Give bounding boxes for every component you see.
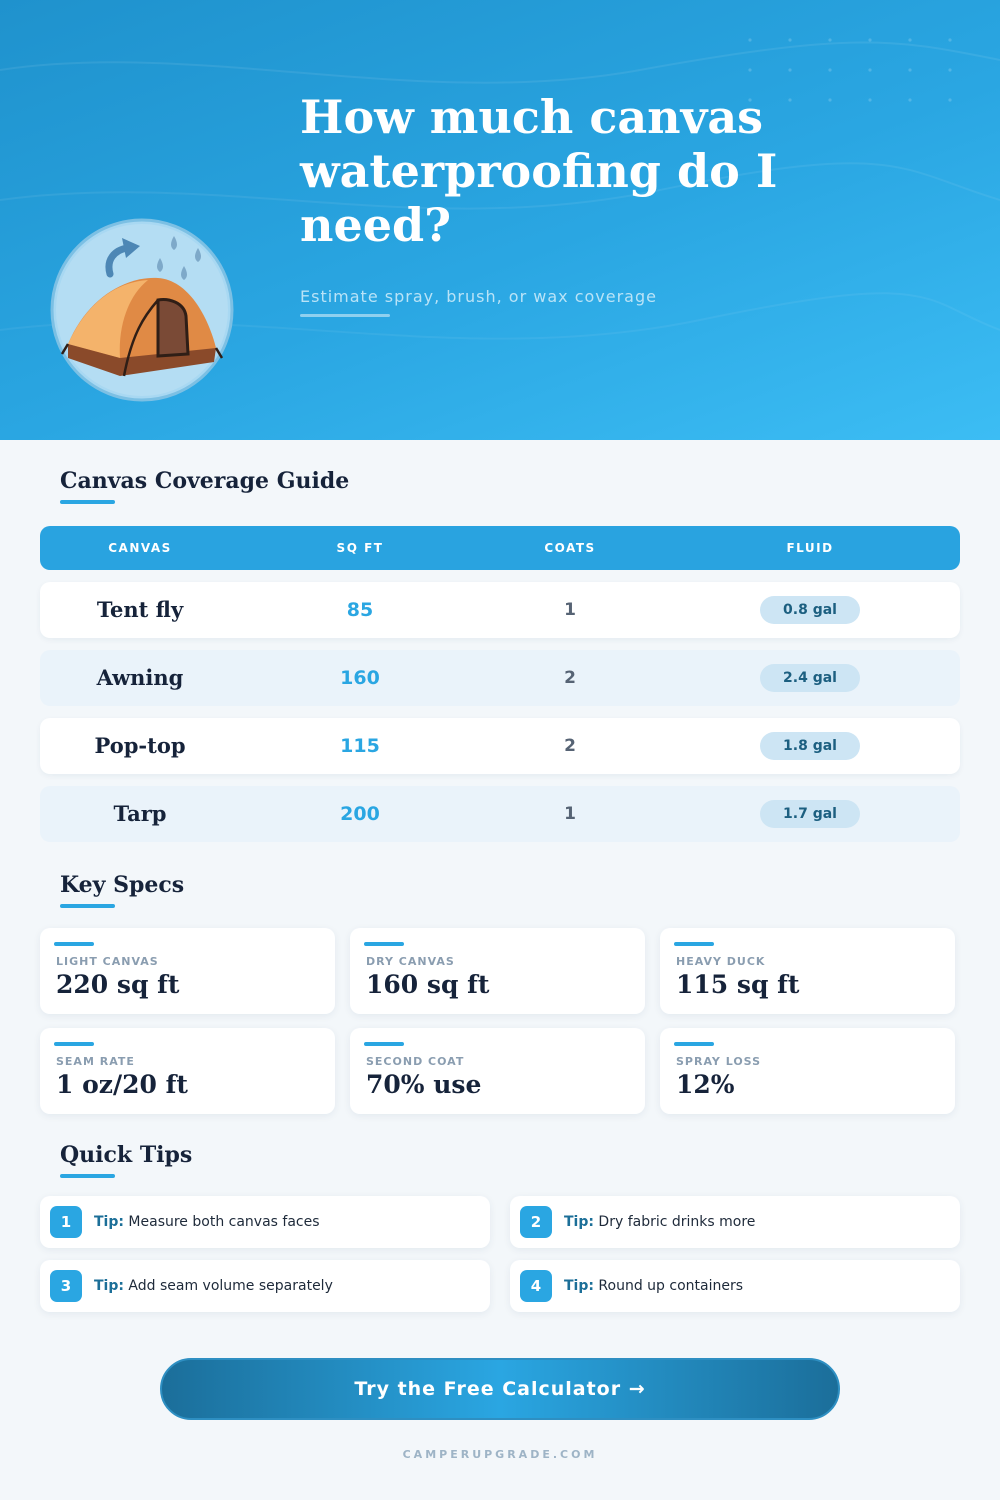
coats-value: 1 xyxy=(564,804,576,824)
tip-body: Dry fabric drinks more xyxy=(598,1214,756,1230)
tips-section-title: Quick Tips xyxy=(60,1142,193,1168)
section-accent-bar xyxy=(60,1174,115,1178)
coats-value: 1 xyxy=(564,600,576,620)
spec-card: SEAM RATE 1 oz/20 ft xyxy=(40,1028,335,1114)
tip-number-badge: 1 xyxy=(50,1206,82,1238)
page-title: How much canvas waterproofing do I need? xyxy=(300,90,778,252)
tip-body: Round up containers xyxy=(598,1278,744,1294)
coats-value: 2 xyxy=(564,736,576,756)
spec-value: 70% use xyxy=(366,1070,482,1099)
tip-prefix: Tip: xyxy=(564,1278,594,1294)
spec-label: SECOND COAT xyxy=(366,1055,465,1068)
tip-prefix: Tip: xyxy=(564,1214,594,1230)
spec-label: SPRAY LOSS xyxy=(676,1055,762,1068)
table-row: Tent fly 85 1 0.8 gal xyxy=(40,582,960,638)
tip-prefix: Tip: xyxy=(94,1278,124,1294)
spec-accent-bar xyxy=(54,1042,94,1046)
fluid-badge: 2.4 gal xyxy=(760,664,860,692)
table-row: Pop-top 115 2 1.8 gal xyxy=(40,718,960,774)
sqft-value: 160 xyxy=(340,667,380,689)
table-header: CANVAS SQ FT COATS FLUID xyxy=(40,526,960,570)
section-accent-bar xyxy=(60,904,115,908)
spec-value: 115 sq ft xyxy=(676,970,800,999)
canvas-name: Tarp xyxy=(113,801,167,826)
page-subtitle: Estimate spray, brush, or wax coverage xyxy=(300,287,657,306)
canvas-name: Tent fly xyxy=(96,597,184,622)
sqft-value: 85 xyxy=(346,599,374,621)
tip-card: 2 Tip: Dry fabric drinks more xyxy=(510,1196,960,1248)
tip-text: Tip: Measure both canvas faces xyxy=(94,1196,320,1248)
spec-card: SECOND COAT 70% use xyxy=(350,1028,645,1114)
spec-card: LIGHT CANVAS 220 sq ft xyxy=(40,928,335,1014)
fluid-badge: 1.7 gal xyxy=(760,800,860,828)
coats-value: 2 xyxy=(564,668,576,688)
spec-label: LIGHT CANVAS xyxy=(56,955,159,968)
spec-accent-bar xyxy=(674,1042,714,1046)
column-header-canvas: CANVAS xyxy=(108,541,172,555)
spec-accent-bar xyxy=(364,1042,404,1046)
column-header-coats: COATS xyxy=(544,541,596,555)
tip-number-badge: 4 xyxy=(520,1270,552,1302)
spec-accent-bar xyxy=(54,942,94,946)
table-row: Tarp 200 1 1.7 gal xyxy=(40,786,960,842)
tip-number-badge: 2 xyxy=(520,1206,552,1238)
tip-body: Measure both canvas faces xyxy=(128,1214,320,1230)
spec-accent-bar xyxy=(364,942,404,946)
tip-prefix: Tip: xyxy=(94,1214,124,1230)
specs-section-title: Key Specs xyxy=(60,872,185,898)
spec-value: 1 oz/20 ft xyxy=(56,1070,188,1099)
spec-value: 220 sq ft xyxy=(56,970,180,999)
spec-value: 12% xyxy=(676,1070,735,1099)
sqft-value: 200 xyxy=(340,803,380,825)
calculator-cta-button[interactable]: Try the Free Calculator → xyxy=(160,1358,840,1420)
tent-rain-icon xyxy=(50,218,234,402)
spec-card: DRY CANVAS 160 sq ft xyxy=(350,928,645,1014)
tip-card: 3 Tip: Add seam volume separately xyxy=(40,1260,490,1312)
spec-label: DRY CANVAS xyxy=(366,955,455,968)
sqft-value: 115 xyxy=(340,735,380,757)
spec-card: HEAVY DUCK 115 sq ft xyxy=(660,928,955,1014)
fluid-badge: 1.8 gal xyxy=(760,732,860,760)
tip-card: 4 Tip: Round up containers xyxy=(510,1260,960,1312)
tip-text: Tip: Round up containers xyxy=(564,1260,743,1312)
column-header-fluid: FLUID xyxy=(786,541,834,555)
spec-value: 160 sq ft xyxy=(366,970,490,999)
spec-accent-bar xyxy=(674,942,714,946)
tip-number-badge: 3 xyxy=(50,1270,82,1302)
spec-card: SPRAY LOSS 12% xyxy=(660,1028,955,1114)
subtitle-underline xyxy=(300,314,390,317)
spec-label: SEAM RATE xyxy=(56,1055,135,1068)
footer-site-link: CAMPERUPGRADE.COM xyxy=(402,1448,598,1461)
section-accent-bar xyxy=(60,500,115,504)
spec-label: HEAVY DUCK xyxy=(676,955,766,968)
canvas-name: Awning xyxy=(96,665,184,690)
table-row: Awning 160 2 2.4 gal xyxy=(40,650,960,706)
tip-text: Tip: Add seam volume separately xyxy=(94,1260,333,1312)
fluid-badge: 0.8 gal xyxy=(760,596,860,624)
coverage-section-title: Canvas Coverage Guide xyxy=(60,468,350,494)
tip-body: Add seam volume separately xyxy=(128,1278,333,1294)
column-header-sqft: SQ FT xyxy=(336,541,384,555)
tip-card: 1 Tip: Measure both canvas faces xyxy=(40,1196,490,1248)
tip-text: Tip: Dry fabric drinks more xyxy=(564,1196,755,1248)
hero-banner: How much canvas waterproofing do I need?… xyxy=(0,0,1000,440)
canvas-name: Pop-top xyxy=(94,733,186,758)
